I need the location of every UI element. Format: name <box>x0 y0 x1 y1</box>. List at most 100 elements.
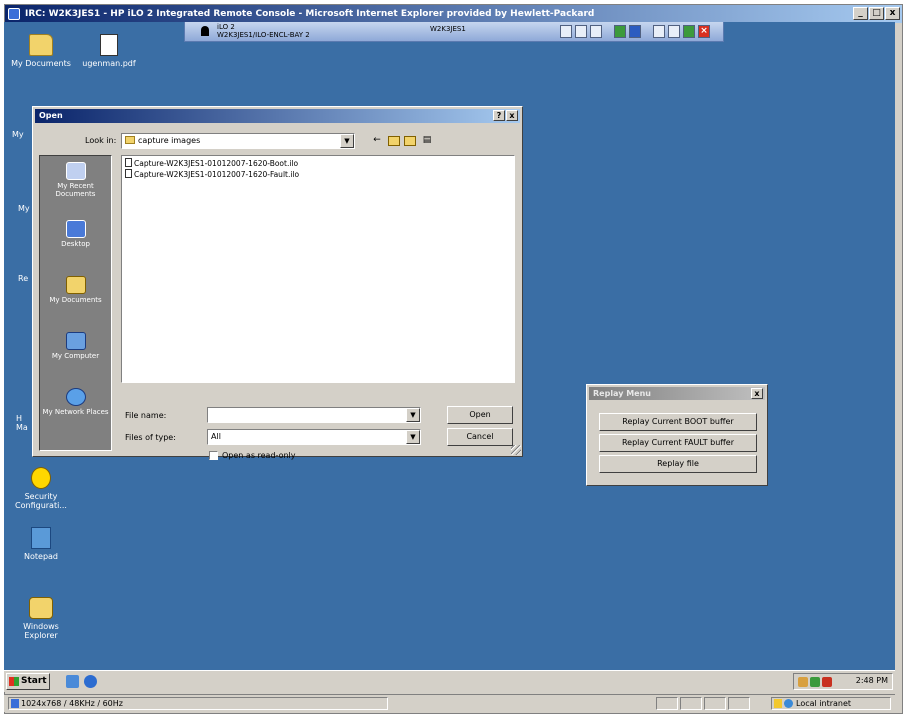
refresh-icon[interactable] <box>560 25 572 38</box>
cancel-button[interactable]: Cancel <box>447 428 513 446</box>
file-name-field[interactable]: ▼ <box>207 407 421 423</box>
status-panel <box>728 697 750 710</box>
replay-menu-title: Replay Menu <box>593 389 651 398</box>
tray-network-icon[interactable] <box>798 677 808 687</box>
place-my-network-places[interactable]: My Network Places <box>40 388 111 416</box>
file-icon <box>125 158 132 167</box>
clipped-label: My <box>18 204 30 213</box>
replay-close-button[interactable]: x <box>751 388 763 399</box>
chevron-down-icon[interactable]: ▼ <box>406 408 420 422</box>
clipped-label: My <box>12 130 24 139</box>
replay-fault-buffer-button[interactable]: Replay Current FAULT buffer <box>599 434 757 452</box>
taskbar: Start 2:48 PM <box>4 670 895 692</box>
desktop-icon-ugenman-pdf[interactable]: ugenman.pdf <box>74 34 144 68</box>
close-button[interactable]: x <box>885 7 900 20</box>
start-button[interactable]: Start <box>6 673 50 690</box>
ctrl-alt-del-icon[interactable] <box>653 25 665 38</box>
maximize-button[interactable]: □ <box>869 7 884 20</box>
desktop-icon-windows-explorer[interactable]: Windows Explorer <box>6 597 76 640</box>
open-dialog-titlebar[interactable]: Open ? x <box>35 109 520 123</box>
ie-titlebar[interactable]: IRC: W2K3JES1 - HP iLO 2 Integrated Remo… <box>5 5 902 23</box>
new-folder-icon[interactable] <box>404 136 416 146</box>
list-item[interactable]: Capture-W2K3JES1-01012007-1620-Boot.ilo <box>125 158 511 169</box>
files-of-type-label: Files of type: <box>125 433 176 442</box>
view-menu-icon[interactable]: ▤ <box>420 134 434 148</box>
tray-volume-icon[interactable] <box>822 677 832 687</box>
security-zone: Local intranet <box>771 697 891 710</box>
desktop-icon <box>65 220 86 238</box>
ie-window-title: IRC: W2K3JES1 - HP iLO 2 Integrated Remo… <box>25 9 595 19</box>
settings-icon[interactable] <box>668 25 680 38</box>
chevron-down-icon[interactable]: ▼ <box>340 134 354 148</box>
place-my-recent-documents[interactable]: My Recent Documents <box>40 162 111 198</box>
windows-logo-icon <box>9 677 19 686</box>
quicklaunch-ie-icon[interactable] <box>84 675 97 688</box>
file-list[interactable]: Capture-W2K3JES1-01012007-1620-Boot.ilo … <box>121 155 515 383</box>
clipped-label: H Ma <box>16 414 28 432</box>
file-icon <box>125 169 132 178</box>
ie-status-bar: 1024x768 / 48KHz / 60Hz Local intranet <box>4 694 895 712</box>
security-icon <box>31 467 51 489</box>
desktop-icon-notepad[interactable]: Notepad <box>6 527 76 561</box>
status-panel <box>680 697 702 710</box>
replay-file-button[interactable]: Replay file <box>599 455 757 473</box>
status-panel <box>656 697 678 710</box>
help-button[interactable]: ? <box>493 110 505 121</box>
tray-security-icon[interactable] <box>810 677 820 687</box>
ilo-toolbar: iLO 2 W2K3JES1/ILO-ENCL-BAY 2 W2K3JES1 × <box>184 22 724 42</box>
replay-boot-buffer-button[interactable]: Replay Current BOOT buffer <box>599 413 757 431</box>
notepad-icon <box>31 527 51 549</box>
status-panel <box>704 697 726 710</box>
ilo-target: W2K3JES1/ILO-ENCL-BAY 2 <box>217 31 310 39</box>
read-only-label: Open as read-only <box>222 451 296 460</box>
chevron-down-icon[interactable]: ▼ <box>406 430 420 444</box>
desktop-icon-my-documents[interactable]: My Documents <box>6 34 76 68</box>
ilo-host: W2K3JES1 <box>430 25 466 33</box>
minimize-button[interactable]: _ <box>853 7 868 20</box>
quicklaunch-desktop-icon[interactable] <box>66 675 79 688</box>
replay-menu-titlebar[interactable]: Replay Menu x <box>589 387 765 400</box>
document-icon <box>100 34 118 56</box>
list-item[interactable]: Capture-W2K3JES1-01012007-1620-Fault.ilo <box>125 169 511 180</box>
system-tray: 2:48 PM <box>793 673 893 690</box>
look-in-dropdown[interactable]: capture images ▼ <box>121 133 355 149</box>
files-of-type-dropdown[interactable]: All ▼ <box>207 429 421 445</box>
folder-icon <box>29 34 53 56</box>
open-dialog-title: Open <box>39 111 63 120</box>
look-in-label: Look in: <box>85 136 117 145</box>
power-icon[interactable] <box>683 25 695 38</box>
up-folder-icon[interactable] <box>388 136 400 146</box>
network-places-icon <box>65 388 86 406</box>
open-button[interactable]: Open <box>447 406 513 424</box>
place-my-documents[interactable]: My Documents <box>40 276 111 304</box>
replay-icon[interactable] <box>614 25 626 38</box>
clock: 2:48 PM <box>855 676 888 685</box>
keyboard-icon[interactable] <box>590 25 602 38</box>
my-computer-icon <box>65 332 86 350</box>
lock-icon[interactable] <box>575 25 587 38</box>
folder-icon <box>125 136 135 144</box>
file-name-label: File name: <box>125 411 167 420</box>
place-desktop[interactable]: Desktop <box>40 220 111 248</box>
open-dialog: Open ? x Look in: capture images ▼ ← ▤ M… <box>32 106 523 460</box>
lock-icon <box>774 699 782 708</box>
status-text: 1024x768 / 48KHz / 60Hz <box>8 697 388 710</box>
ilo-title: iLO 2 <box>217 23 235 31</box>
clipped-label: Re <box>18 274 29 283</box>
explorer-icon <box>29 597 53 619</box>
record-icon[interactable] <box>629 25 641 38</box>
remote-desktop[interactable]: iLO 2 W2K3JES1/ILO-ENCL-BAY 2 W2K3JES1 ×… <box>4 22 895 670</box>
ie-app-icon <box>8 8 20 20</box>
back-icon[interactable]: ← <box>370 134 384 148</box>
read-only-checkbox[interactable] <box>209 451 218 460</box>
pin-icon[interactable] <box>201 26 209 36</box>
exit-icon[interactable]: × <box>698 25 710 38</box>
replay-menu: Replay Menu x Replay Current BOOT buffer… <box>586 384 768 486</box>
my-documents-icon <box>65 276 86 294</box>
desktop-icon-security-configuration[interactable]: Security Configurati... <box>6 467 76 510</box>
place-my-computer[interactable]: My Computer <box>40 332 111 360</box>
dialog-close-button[interactable]: x <box>506 110 518 121</box>
places-bar: My Recent Documents Desktop My Documents… <box>39 155 112 451</box>
recent-documents-icon <box>65 162 86 180</box>
resize-grip[interactable] <box>511 445 521 455</box>
